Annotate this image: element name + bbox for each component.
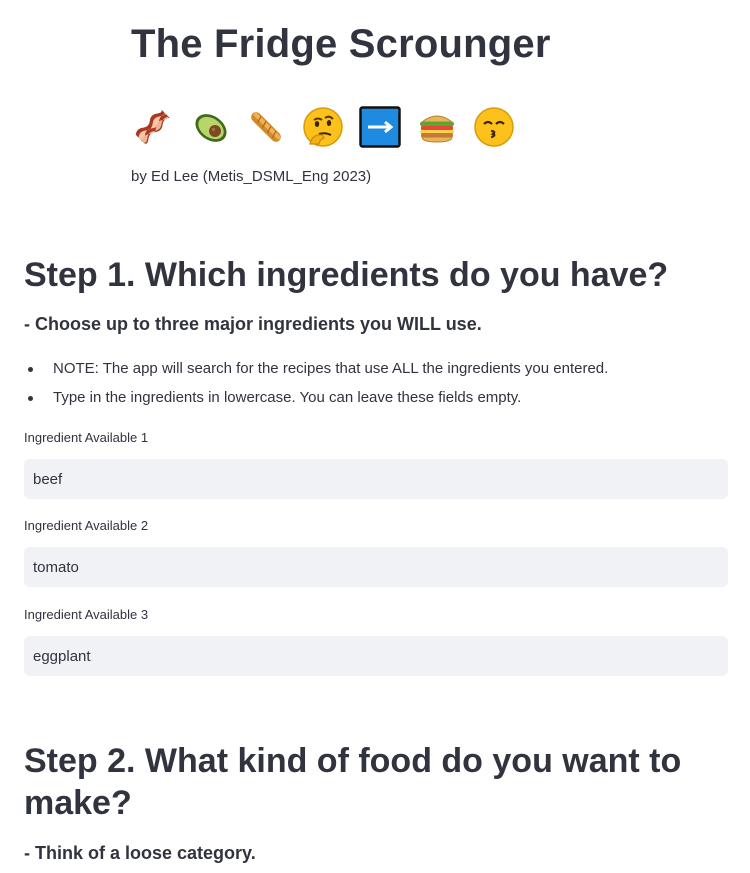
bacon-icon	[135, 109, 170, 144]
ingredient-2-label: Ingredient Available 2	[24, 518, 149, 533]
thinking-face-icon	[303, 107, 343, 147]
app-title: The Fridge Scrounger	[131, 22, 551, 66]
kissing-face-icon	[474, 107, 514, 147]
step2-heading: Step 2. What kind of food do you want to…	[24, 740, 681, 824]
ingredient-1-input[interactable]	[24, 459, 728, 499]
avocado-icon	[195, 114, 227, 142]
ingredient-2-input[interactable]	[24, 547, 728, 587]
byline: by Ed Lee (Metis_DSML_Eng 2023)	[131, 168, 372, 185]
ingredient-3-label: Ingredient Available 3	[24, 607, 149, 622]
ingredient-1-label: Ingredient Available 1	[24, 430, 149, 445]
ingredient-3-input[interactable]	[24, 636, 728, 676]
sandwich-icon	[420, 115, 454, 143]
step1-heading: Step 1. Which ingredients do you have?	[24, 256, 669, 294]
note-item: Type in the ingredients in lowercase. Yo…	[24, 387, 608, 416]
baguette-bread-icon	[251, 112, 281, 142]
step2-heading-line1: Step 2. What kind of food do you want to	[24, 742, 682, 780]
step2-subheading: - Think of a loose category.	[24, 843, 256, 863]
note-item: NOTE: The app will search for the recipe…	[24, 358, 608, 387]
app-page: The Fridge Scrounger by Ed Lee (Metis_DS…	[0, 0, 750, 873]
right-arrow-icon	[359, 106, 401, 148]
step1-notes: NOTE: The app will search for the recipe…	[24, 358, 608, 416]
step2-heading-line2: make?	[24, 784, 132, 822]
step1-subheading: - Choose up to three major ingredients y…	[24, 314, 482, 334]
emoji-row	[131, 106, 515, 148]
